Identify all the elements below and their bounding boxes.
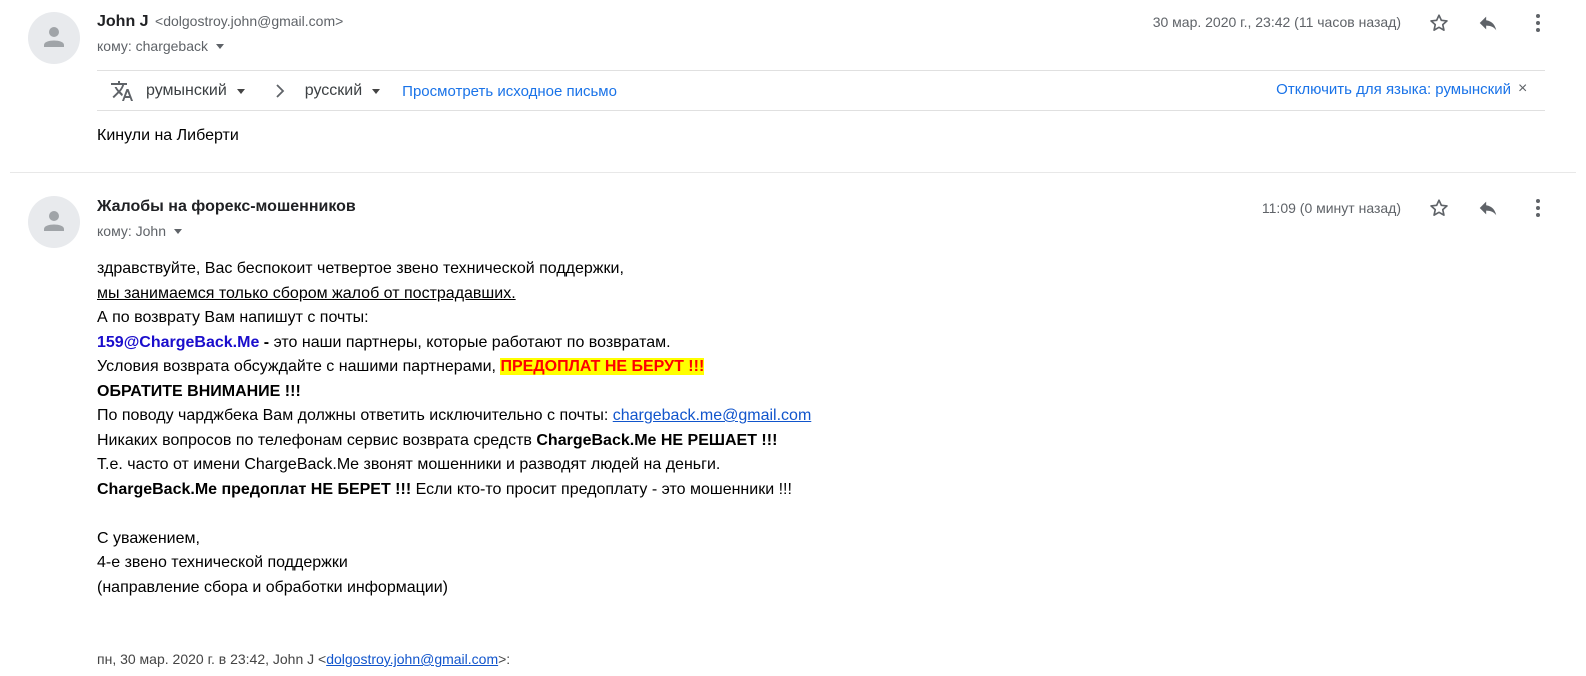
- highlighted-warning: ПРЕДОПЛАТ НЕ БЕРУТ !!!: [500, 358, 705, 375]
- more-vert-icon: [1536, 199, 1540, 217]
- chevron-right-icon: [275, 84, 285, 98]
- more-options-button[interactable]: [1524, 9, 1552, 37]
- sender-avatar: [28, 196, 80, 248]
- chevron-down-icon: [236, 88, 245, 94]
- body-text: Условия возврата обсуждайте с нашими пар…: [97, 358, 501, 375]
- body-line: мы занимаемся только сбором жалоб от пос…: [97, 282, 811, 307]
- source-language-label: румынский: [146, 82, 227, 99]
- quote-suffix: >:: [498, 651, 511, 667]
- reply-button[interactable]: [1474, 194, 1502, 222]
- star-button[interactable]: [1425, 9, 1453, 37]
- body-line: Никаких вопросов по телефонам сервис воз…: [97, 429, 811, 454]
- recipient-line[interactable]: кому: John: [97, 223, 182, 239]
- body-line: А по возврату Вам напишут с почты:: [97, 309, 369, 326]
- reply-button[interactable]: [1474, 9, 1502, 37]
- more-options-button[interactable]: [1524, 194, 1552, 222]
- target-language-label: русский: [304, 82, 363, 99]
- star-button[interactable]: [1425, 194, 1453, 222]
- sender-line: Жалобы на форекс-мошенников: [97, 198, 356, 216]
- reply-icon: [1479, 201, 1497, 216]
- chargeback-email-link[interactable]: chargeback.me@gmail.com: [613, 407, 812, 424]
- chevron-down-icon[interactable]: [174, 228, 182, 234]
- quote-prefix: пн, 30 мар. 2020 г. в 23:42, John J <: [97, 651, 327, 667]
- quote-email-link[interactable]: dolgostroy.john@gmail.com: [326, 651, 498, 667]
- recipient-label: кому: chargeback: [97, 38, 209, 54]
- body-text: По поводу чарджбека Вам должны ответить …: [97, 407, 613, 424]
- sender-avatar: [28, 12, 80, 64]
- body-text: это наши партнеры, которые работают по в…: [273, 333, 671, 351]
- sender-name[interactable]: Жалобы на форекс-мошенников: [97, 198, 356, 215]
- recipient-label: кому: John: [97, 223, 166, 239]
- body-text: Никаких вопросов по телефонам сервис воз…: [97, 431, 537, 449]
- close-translate-icon[interactable]: ×: [1518, 80, 1527, 98]
- sender-email: <dolgostroy.john@gmail.com>: [155, 13, 344, 29]
- underlined-text: мы занимаемся только сбором жалоб от пос…: [97, 284, 516, 302]
- body-line: Т.е. часто от имени ChargeBack.Me звонят…: [97, 456, 721, 473]
- view-original-link[interactable]: Просмотреть исходное письмо: [402, 83, 617, 100]
- source-language-dropdown[interactable]: румынский: [146, 82, 245, 100]
- body-line: По поводу чарджбека Вам должны ответить …: [97, 404, 811, 429]
- chevron-down-icon[interactable]: [216, 43, 225, 49]
- person-icon: [44, 211, 64, 231]
- quote-header: пн, 30 мар. 2020 г. в 23:42, John J <dol…: [97, 651, 510, 667]
- signature-line: С уважением,: [97, 529, 200, 547]
- more-vert-icon: [1536, 14, 1540, 32]
- sender-line: John J <dolgostroy.john@gmail.com>: [97, 13, 343, 31]
- reply-icon: [1479, 16, 1497, 31]
- body-line: ChargeBack.Me предоплат НЕ БЕРЕТ !!! Есл…: [97, 478, 811, 503]
- signature-line: (направление сбора и обработки информаци…: [97, 578, 448, 596]
- translate-icon: [111, 81, 133, 101]
- sender-name[interactable]: John J: [97, 13, 149, 30]
- bold-text: ChargeBack.Me НЕ РЕШАЕТ !!!: [536, 431, 778, 449]
- star-icon: [1430, 14, 1448, 31]
- body-text: Если кто-то просит предоплату - это моше…: [411, 480, 792, 498]
- message-body: Кинули на Либерти: [97, 127, 239, 144]
- partner-email: 159@ChargeBack.Me: [97, 333, 260, 351]
- body-line: 159@ChargeBack.Me - это наши партнеры, к…: [97, 331, 811, 356]
- recipient-line[interactable]: кому: chargeback: [97, 38, 225, 54]
- message-body: здравствуйте, Вас беспокоит четвертое зв…: [97, 257, 811, 600]
- star-icon: [1430, 199, 1448, 216]
- body-line: Условия возврата обсуждайте с нашими пар…: [97, 355, 811, 380]
- person-icon: [44, 27, 64, 47]
- translate-bar: румынский русский Просмотреть исходное п…: [110, 78, 617, 104]
- chevron-down-icon: [372, 88, 381, 94]
- signature-line: 4-е звено технической поддержки: [97, 554, 348, 571]
- bold-text: ChargeBack.Me предоплат НЕ БЕРЕТ !!!: [97, 480, 412, 498]
- body-line: здравствуйте, Вас беспокоит четвертое зв…: [97, 260, 624, 277]
- disable-translation-link[interactable]: Отключить для языка: румынский: [1276, 81, 1511, 98]
- attention-heading: ОБРАТИТЕ ВНИМАНИЕ !!!: [97, 382, 301, 400]
- message-date: 11:09 (0 минут назад): [1261, 200, 1401, 216]
- target-language-dropdown[interactable]: русский: [304, 82, 381, 100]
- dash-text: -: [259, 333, 274, 351]
- message-date: 30 мар. 2020 г., 23:42 (11 часов назад): [1152, 14, 1401, 30]
